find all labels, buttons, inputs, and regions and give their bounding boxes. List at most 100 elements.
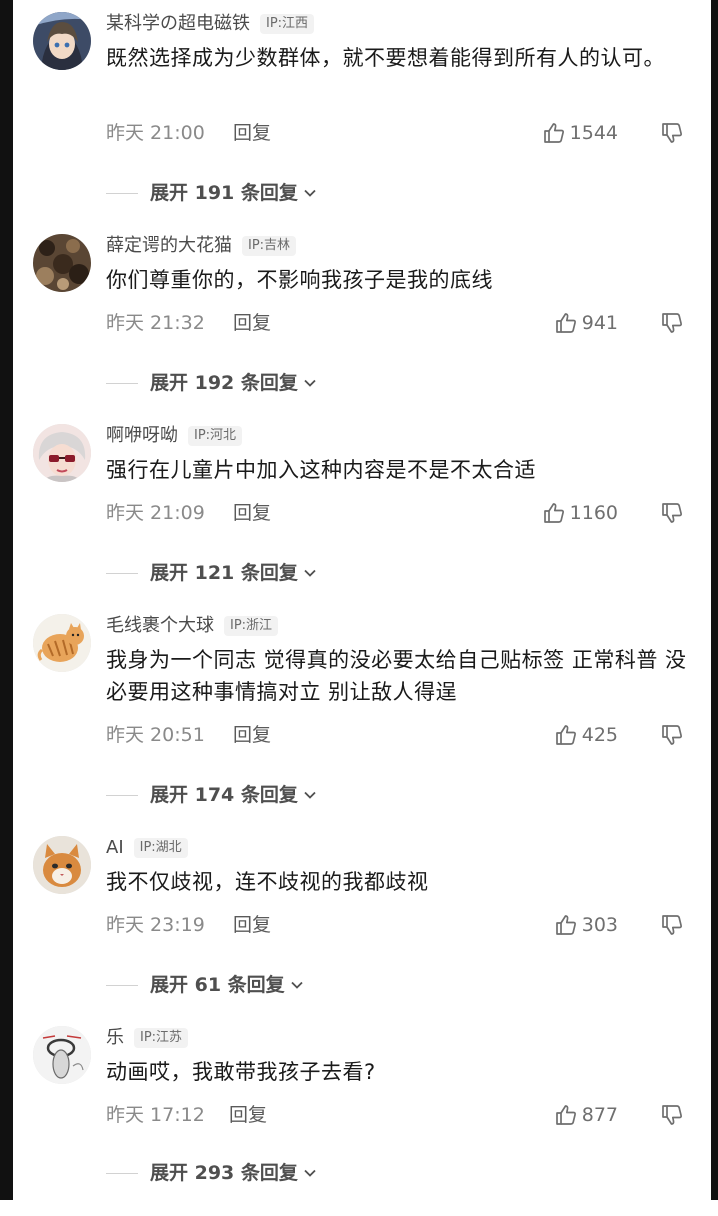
comment-item: 啊咿呀呦 IP:河北 强行在儿童片中加入这种内容是不是不太合适 昨天 21:09… [0,424,718,614]
ip-location-badge: IP:江苏 [134,1028,189,1048]
username[interactable]: 毛线裹个大球 [106,614,214,638]
chevron-down-icon [289,977,305,993]
like-count: 941 [581,312,618,334]
like-button[interactable]: 1160 [542,498,618,528]
like-count: 425 [581,724,618,746]
divider-line [106,1172,138,1174]
comment-meta: 昨天 20:51 回复 425 [106,720,696,750]
expand-replies-label: 展开 293 条回复 [150,1162,298,1184]
reply-button[interactable]: 回复 [233,498,271,528]
user-row: AI IP:湖北 [106,836,188,860]
like-button[interactable]: 1544 [542,118,618,148]
reply-button[interactable]: 回复 [233,910,271,940]
username[interactable]: 某科学の超电磁铁 [106,12,250,36]
comment-text: 我不仅歧视，连不歧视的我都歧视 [106,870,429,894]
chevron-down-icon [302,375,318,391]
comment-meta: 昨天 23:19 回复 303 [106,910,696,940]
like-count: 303 [581,914,618,936]
username[interactable]: 啊咿呀呦 [106,424,178,448]
thumbs-down-icon[interactable] [660,501,684,525]
comment-item: AI IP:湖北 我不仅歧视，连不歧视的我都歧视 昨天 23:19 回复 303… [0,836,718,1026]
comment-text: 动画哎，我敢带我孩子去看? [106,1060,376,1084]
like-count: 1544 [569,122,618,144]
avatar[interactable] [33,1026,91,1084]
expand-replies[interactable]: 展开 192 条回复 [106,368,318,398]
thumbs-up-icon [555,915,576,935]
user-row: 某科学の超电磁铁 IP:江西 [106,12,315,36]
thumbs-up-icon [555,725,576,745]
user-row: 毛线裹个大球 IP:浙江 [106,614,279,638]
timestamp: 昨天 21:00 [106,122,205,144]
comment-item: 乐 IP:江苏 动画哎，我敢带我孩子去看? 昨天 17:12 回复 877 展开… [0,1026,718,1216]
thumbs-down-icon[interactable] [660,1103,684,1127]
like-count: 1160 [569,502,618,524]
username[interactable]: 薛定谔的大花猫 [106,234,232,258]
thumbs-down-icon[interactable] [660,913,684,937]
thumbs-down-icon[interactable] [660,311,684,335]
expand-replies[interactable]: 展开 121 条回复 [106,558,318,588]
timestamp: 昨天 20:51 [106,724,205,746]
comment-meta: 昨天 21:09 回复 1160 [106,498,696,528]
comment-item: 薛定谔的大花猫 IP:吉林 你们尊重你的，不影响我孩子是我的底线 昨天 21:3… [0,234,718,424]
thumbs-up-icon [543,503,564,523]
expand-replies-label: 展开 121 条回复 [150,562,298,584]
avatar[interactable] [33,614,91,672]
like-count: 877 [581,1104,618,1126]
reply-button[interactable]: 回复 [233,720,271,750]
expand-replies[interactable]: 展开 191 条回复 [106,178,318,208]
expand-replies-label: 展开 192 条回复 [150,372,298,394]
username[interactable]: 乐 [106,1026,124,1050]
user-row: 乐 IP:江苏 [106,1026,189,1050]
chevron-down-icon [302,565,318,581]
expand-replies-label: 展开 191 条回复 [150,182,298,204]
expand-replies[interactable]: 展开 174 条回复 [106,780,318,810]
comment-item: 某科学の超电磁铁 IP:江西 既然选择成为少数群体，就不要想着能得到所有人的认可… [0,12,718,204]
comment-text: 你们尊重你的，不影响我孩子是我的底线 [106,268,493,292]
expand-replies-label: 展开 61 条回复 [150,974,285,996]
user-row: 薛定谔的大花猫 IP:吉林 [106,234,297,258]
comment-text: 强行在儿童片中加入这种内容是不是不太合适 [106,458,536,482]
thumbs-up-icon [555,313,576,333]
like-button[interactable]: 303 [554,910,618,940]
username[interactable]: AI [106,836,124,860]
comment-meta: 昨天 17:12 回复 877 [106,1100,696,1130]
reply-button[interactable]: 回复 [233,118,271,148]
divider-line [106,572,138,574]
ip-location-badge: IP:湖北 [133,838,188,858]
thumbs-down-icon[interactable] [660,121,684,145]
reply-button[interactable]: 回复 [233,308,271,338]
like-button[interactable]: 941 [554,308,618,338]
like-button[interactable]: 425 [554,720,618,750]
timestamp: 昨天 21:32 [106,312,205,334]
thumbs-up-icon [543,123,564,143]
timestamp: 昨天 17:12 [106,1104,205,1126]
timestamp: 昨天 23:19 [106,914,205,936]
avatar[interactable] [33,836,91,894]
expand-replies-label: 展开 174 条回复 [150,784,298,806]
avatar[interactable] [33,12,91,70]
reply-button[interactable]: 回复 [229,1100,267,1130]
comment-meta: 昨天 21:32 回复 941 [106,308,696,338]
like-button[interactable]: 877 [554,1100,618,1130]
divider-line [106,794,138,796]
thumbs-up-icon [555,1105,576,1125]
chevron-down-icon [302,185,318,201]
divider-line [106,382,138,384]
expand-replies[interactable]: 展开 293 条回复 [106,1158,318,1188]
ip-location-badge: IP:吉林 [242,236,297,256]
comment-item: 毛线裹个大球 IP:浙江 我身为一个同志 觉得真的没必要太给自己贴标签 正常科普… [0,614,718,806]
ip-location-badge: IP:江西 [260,14,315,34]
thumbs-down-icon[interactable] [660,723,684,747]
user-row: 啊咿呀呦 IP:河北 [106,424,243,448]
comment-text: 我身为一个同志 觉得真的没必要太给自己贴标签 正常科普 没必要用这种事情搞对立 … [106,648,687,704]
chevron-down-icon [302,787,318,803]
avatar[interactable] [33,424,91,482]
divider-line [106,984,138,986]
ip-location-badge: IP:浙江 [224,616,279,636]
comment-meta: 昨天 21:00 回复 1544 [106,118,696,148]
expand-replies[interactable]: 展开 61 条回复 [106,970,305,1000]
ip-location-badge: IP:河北 [188,426,243,446]
timestamp: 昨天 21:09 [106,502,205,524]
avatar[interactable] [33,234,91,292]
comment-text: 既然选择成为少数群体，就不要想着能得到所有人的认可。 [106,46,665,70]
